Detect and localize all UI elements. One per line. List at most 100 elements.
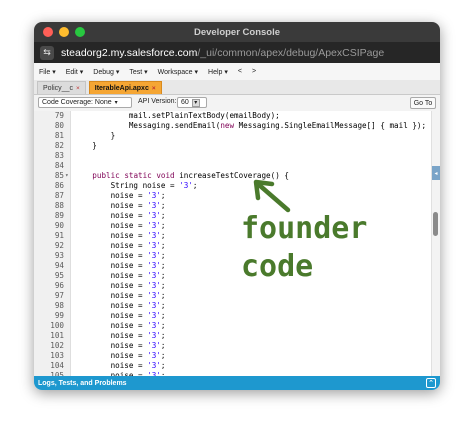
expand-panel-icon[interactable]: ⌃ [426, 378, 436, 388]
window-title: Developer Console [193, 26, 281, 38]
window-controls [43, 27, 85, 37]
line-number: 85 [54, 171, 64, 180]
line-number: 86 [54, 181, 64, 190]
code-line: 90 noise = '3'; [34, 221, 434, 231]
code-line: 83 [34, 151, 434, 161]
go-to-button[interactable]: Go To [410, 97, 436, 109]
code-line: 98 noise = '3'; [34, 301, 434, 311]
line-number: 84 [54, 161, 64, 170]
menu-item-4[interactable]: Workspace ▾ [153, 68, 203, 76]
menu-item-3[interactable]: Test ▾ [124, 68, 152, 76]
line-number: 95 [54, 271, 64, 280]
code-line: 95 noise = '3'; [34, 271, 434, 281]
menu-item-2[interactable]: Debug ▾ [88, 68, 124, 76]
code-text: noise = '3'; [74, 271, 166, 280]
code-text: noise = '3'; [74, 351, 166, 360]
menu-item-0[interactable]: File ▾ [34, 68, 61, 76]
code-line: 94 noise = '3'; [34, 261, 434, 271]
scrollbar-thumb[interactable] [433, 212, 438, 236]
menu-item-5[interactable]: Help ▾ [203, 68, 233, 76]
side-panel-toggle-icon[interactable]: ◂ [432, 166, 440, 180]
url-host: steadorg2.my.salesforce.com [61, 46, 198, 59]
code-line: 103 noise = '3'; [34, 351, 434, 361]
code-line: 79 mail.setPlainTextBody(emailBody); [34, 111, 434, 121]
line-number: 90 [54, 221, 64, 230]
code-line: 97 noise = '3'; [34, 291, 434, 301]
menu-item-1[interactable]: Edit ▾ [61, 68, 89, 76]
site-settings-icon[interactable]: ⇆ [40, 45, 54, 60]
code-text: noise = '3'; [74, 331, 166, 340]
bottom-panel-label: Logs, Tests, and Problems [38, 379, 127, 387]
chevron-down-icon: ▾ [114, 100, 118, 106]
line-number: 92 [54, 241, 64, 250]
line-number: 89 [54, 211, 64, 220]
zoom-window-button[interactable] [75, 27, 85, 37]
line-number: 103 [50, 351, 64, 360]
code-text: mail.setPlainTextBody(emailBody); [74, 111, 280, 120]
minimize-window-button[interactable] [59, 27, 69, 37]
line-number: 94 [54, 261, 64, 270]
code-text: noise = '3'; [74, 311, 166, 320]
code-line: 80 Messaging.sendEmail(new Messaging.Sin… [34, 121, 434, 131]
url-bar[interactable]: ⇆ steadorg2.my.salesforce.com/_ui/common… [34, 42, 440, 63]
line-number: 82 [54, 141, 64, 150]
line-number: 80 [54, 121, 64, 130]
close-tab-icon[interactable]: × [76, 85, 80, 92]
code-line: 104 noise = '3'; [34, 361, 434, 371]
file-tab-1[interactable]: IterableApi.apxc × [88, 81, 162, 94]
code-text: noise = '3'; [74, 361, 166, 370]
menu-item-6[interactable]: < [233, 68, 247, 75]
code-text: noise = '3'; [74, 231, 166, 240]
api-version-value: 60 [181, 99, 189, 106]
tab-label: IterableApi.apxc [94, 84, 149, 92]
annotation-text: founder code [241, 211, 368, 284]
line-number: 79 [54, 111, 64, 120]
menu-item-7[interactable]: > [247, 68, 261, 75]
code-text: noise = '3'; [74, 341, 166, 350]
code-text: noise = '3'; [74, 251, 166, 260]
code-text: noise = '3'; [74, 191, 166, 200]
code-line: 81 } [34, 131, 434, 141]
api-version-label: API Version: [138, 98, 177, 105]
code-line: 85 ▾ public static void increaseTestCover… [34, 171, 434, 181]
code-text: } [74, 131, 116, 140]
tab-label: Policy__c [43, 84, 73, 92]
line-number: 101 [50, 331, 64, 340]
editor-toolbar: Code Coverage: None ▾ API Version: 60 ▾ … [34, 95, 440, 112]
code-text: noise = '3'; [74, 281, 166, 290]
code-line: 91 noise = '3'; [34, 231, 434, 241]
file-tab-0[interactable]: Policy__c × [37, 81, 86, 94]
line-number: 88 [54, 201, 64, 210]
close-window-button[interactable] [43, 27, 53, 37]
file-tab-bar: Policy__c × IterableApi.apxc × [34, 80, 440, 95]
close-tab-icon[interactable]: × [152, 85, 156, 92]
line-number: 97 [54, 291, 64, 300]
code-line: 92 noise = '3'; [34, 241, 434, 251]
menu-bar: File ▾ Edit ▾ Debug ▾ Test ▾ Workspace ▾ Help… [34, 63, 440, 81]
line-number: 100 [50, 321, 64, 330]
code-line: 102 noise = '3'; [34, 341, 434, 351]
code-line: 89 noise = '3'; [34, 211, 434, 221]
code-coverage-select[interactable]: Code Coverage: None ▾ [38, 97, 132, 108]
line-number: 96 [54, 281, 64, 290]
code-text: noise = '3'; [74, 261, 166, 270]
code-line: 93 noise = '3'; [34, 251, 434, 261]
code-text: noise = '3'; [74, 241, 166, 250]
fold-toggle-icon[interactable]: ▾ [65, 171, 69, 181]
line-number: 93 [54, 251, 64, 260]
line-number: 83 [54, 151, 64, 160]
line-number: 102 [50, 341, 64, 350]
vertical-scrollbar[interactable] [431, 111, 440, 383]
api-version-select[interactable]: 60 ▾ [177, 97, 207, 108]
logs-tests-problems-bar[interactable]: Logs, Tests, and Problems ⌃ [34, 376, 440, 390]
code-text: noise = '3'; [74, 321, 166, 330]
line-number: 104 [50, 361, 64, 370]
code-text: noise = '3'; [74, 211, 166, 220]
developer-console-window: Developer Console ⇆ steadorg2.my.salesfo… [34, 22, 440, 390]
code-line: 86 String noise = '3'; [34, 181, 434, 191]
code-text: Messaging.sendEmail(new Messaging.Single… [74, 121, 427, 130]
code-editor[interactable]: 79 mail.setPlainTextBody(emailBody); 80 M… [34, 111, 440, 390]
title-bar: Developer Console [34, 22, 440, 42]
line-number: 98 [54, 301, 64, 310]
code-coverage-value: Code Coverage: None [42, 99, 112, 106]
